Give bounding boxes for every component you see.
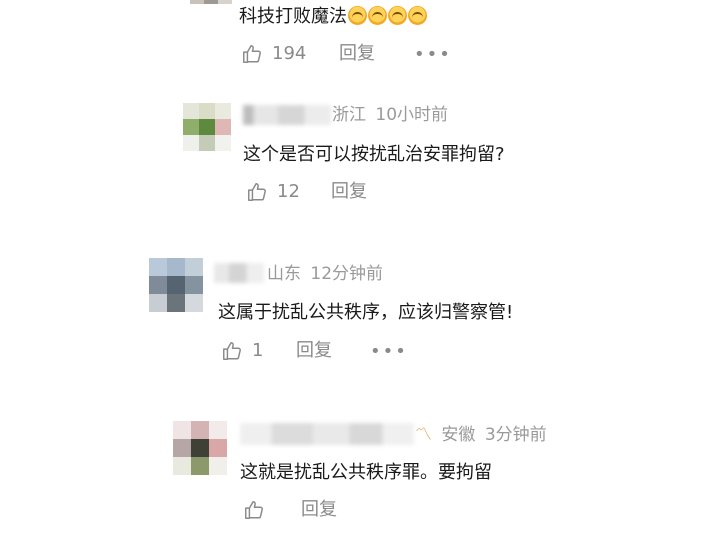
laughing-emoji-icon [368,6,387,25]
reply-button[interactable]: 回复 [331,181,367,203]
comment-meta: 〽 安徽 3分钟前 [415,424,547,446]
thumbs-up-icon [245,501,263,519]
comment-text: 这属于扰乱公共秩序，应该归警察管! [218,302,514,323]
comment-location: 浙江 [332,105,366,125]
thumbs-up-icon [248,183,266,201]
like-count: 1 [252,340,264,361]
comment-location: 安徽 [441,425,476,445]
like-count: 194 [272,43,307,64]
reply-button[interactable]: 回复 [339,43,375,65]
comment-meta: 山东 12分钟前 [267,263,383,285]
thumbs-up-icon [223,342,241,360]
laughing-emoji-icon [408,6,427,25]
comment-time: 3分钟前 [484,425,547,445]
comment-time: 10小时前 [375,105,449,125]
like-button[interactable]: 194 [241,43,306,65]
avatar[interactable] [190,0,232,4]
comment-meta: 浙江 10小时前 [332,104,448,126]
comment-body: 科技打败魔法 [239,6,347,27]
like-button[interactable] [243,499,274,521]
avatar[interactable] [149,258,203,312]
username-redacted[interactable] [214,263,264,283]
avatar[interactable] [173,421,227,475]
more-dots-icon[interactable]: ••• [370,343,408,361]
username-redacted[interactable] [240,423,414,445]
avatar[interactable] [183,103,231,151]
reply-button[interactable]: 回复 [296,340,332,362]
like-button[interactable]: 1 [221,340,263,362]
like-button[interactable]: 12 [246,181,300,203]
like-count: 12 [277,181,300,202]
comment-text: 这个是否可以按扰乱治安罪拘留? [243,144,505,165]
comment-text: 科技打败魔法 [239,5,427,29]
laughing-emoji-icon [348,6,367,25]
comment-location: 山东 [267,264,301,284]
laughing-emoji-icon [388,6,407,25]
thumbs-up-icon [243,45,261,63]
vip-badge-icon: 〽 [415,425,432,445]
comment-time: 12分钟前 [310,264,384,284]
reply-button[interactable]: 回复 [301,499,337,521]
more-dots-icon[interactable]: ••• [414,46,452,64]
comment-text: 这就是扰乱公共秩序罪。要拘留 [240,462,492,483]
username-redacted[interactable] [243,105,331,125]
